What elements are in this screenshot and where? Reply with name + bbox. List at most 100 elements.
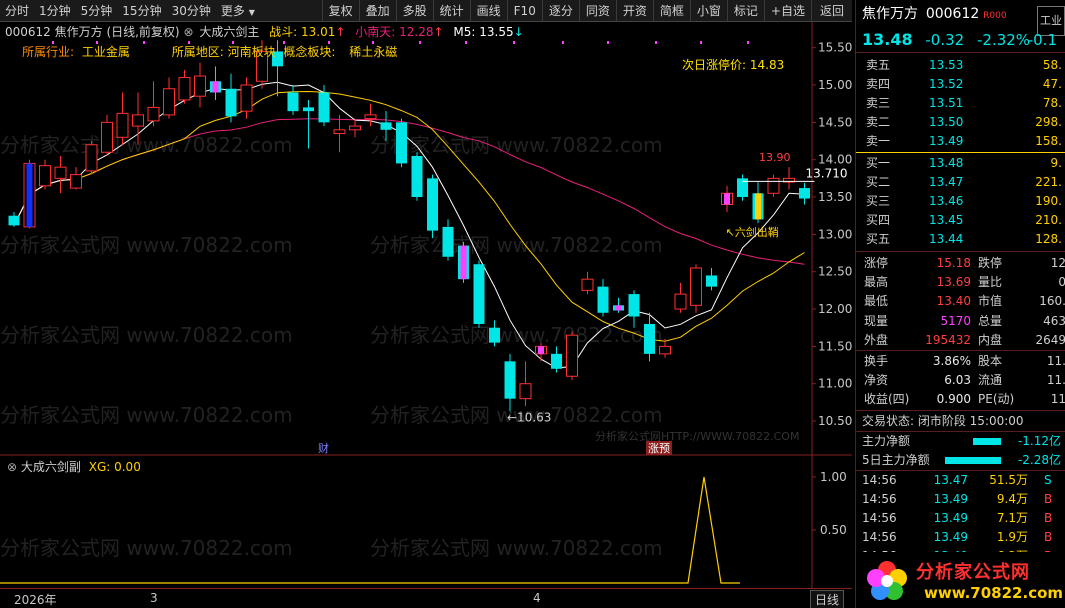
- candle-body: [628, 294, 640, 317]
- stat-value: 0: [1016, 273, 1065, 292]
- multi-stock-button[interactable]: 多股: [395, 0, 433, 22]
- candle-body: [287, 92, 299, 112]
- draw-line-button[interactable]: 画线: [469, 0, 507, 22]
- signal-candle-mark: [538, 346, 544, 354]
- indicator-dropdown-icon[interactable]: ⊗: [183, 25, 197, 39]
- add-watchlist-button[interactable]: +自选: [763, 0, 811, 22]
- sub-indicator-header: ⊗ 大成六剑副 XG: 0.00: [7, 458, 141, 475]
- industry-value: 工业金属: [81, 45, 130, 59]
- y-tick-label: 13.00: [818, 227, 852, 241]
- tab-fenshi[interactable]: 分时: [0, 0, 34, 22]
- stat-label: 最高: [864, 275, 889, 290]
- sell-order-row[interactable]: 卖一 13.49 158.: [856, 132, 1065, 151]
- stats-button[interactable]: 统计: [432, 0, 470, 22]
- top-marker-dot: [465, 41, 467, 44]
- tick-price: 13.49: [933, 510, 968, 525]
- axis-year: 2026年: [14, 593, 57, 607]
- candle-body: [364, 114, 377, 120]
- order-volume: 78.: [1042, 96, 1062, 110]
- tick-time: 14:56: [862, 472, 897, 487]
- tab-more-label: 更多: [220, 3, 245, 18]
- tab-5min[interactable]: 5分钟: [76, 0, 118, 22]
- simple-frame-button[interactable]: 简框: [652, 0, 690, 22]
- tick-row[interactable]: 14:56 13.47 51.5万 S: [856, 471, 1065, 490]
- tick-volume: 1.9万: [996, 529, 1028, 544]
- order-volume: 210.: [1035, 213, 1062, 227]
- y-tick-label: 14.00: [818, 153, 852, 167]
- restore-rights-button[interactable]: 复权: [321, 0, 359, 22]
- y-tick-label: 12.50: [818, 265, 852, 279]
- watermark-text: 分析家公式网 www.70822.com: [0, 233, 293, 257]
- indicator-name[interactable]: 大成六剑主: [199, 25, 259, 39]
- stat-value: 5170: [940, 313, 971, 328]
- stat-label: 跌停: [978, 256, 1003, 270]
- order-label: 买二: [866, 175, 891, 189]
- per-minute-button[interactable]: 逐分: [541, 0, 579, 22]
- stat-value: 2649: [1035, 332, 1065, 347]
- money-flow-row[interactable]: 5日主力净额 -2.28亿: [856, 451, 1065, 470]
- order-label: 买一: [866, 156, 891, 170]
- order-label: 卖三: [866, 96, 891, 110]
- buy-order-row[interactable]: 买一 13.48 9.: [856, 154, 1065, 173]
- buy-order-row[interactable]: 买五 13.44 128.: [856, 230, 1065, 249]
- buy-order-row[interactable]: 买二 13.47 221.: [856, 173, 1065, 192]
- stock-code: 000612: [925, 6, 980, 22]
- open-fund-button[interactable]: 开资: [615, 0, 653, 22]
- watermark-url: 分析家公式网HTTP://WWW.70822.COM: [595, 429, 799, 443]
- flow-bar: [945, 456, 1001, 464]
- quote-row[interactable]: 换手 3.86% 股本 11.: [856, 352, 1065, 371]
- industry-label: 所属行业:: [22, 45, 75, 59]
- watermark-text: 分析家公式网 www.70822.com: [370, 536, 663, 560]
- tick-price: 13.49: [933, 529, 968, 544]
- buy-order-row[interactable]: 买三 13.46 190.: [856, 192, 1065, 211]
- order-volume: 128.: [1035, 232, 1062, 246]
- indicator-header: 000612 焦作万方 (日线,前复权) ⊗ 大成六剑主 战斗: 13.01↑ …: [5, 25, 524, 39]
- same-fund-button[interactable]: 同资: [578, 0, 616, 22]
- quote-row[interactable]: 收益(四) 0.900 PE(动) 11: [856, 390, 1065, 409]
- sell-order-row[interactable]: 卖二 13.50 298.: [856, 113, 1065, 132]
- tab-1min[interactable]: 1分钟: [34, 0, 76, 22]
- sub-close-icon[interactable]: ⊗: [7, 460, 17, 474]
- quote-panel: 焦作万方 000612 R000 工业 13.48 -0.32 -2.32% -…: [855, 0, 1065, 608]
- quote-row[interactable]: 最低 13.40 市值 160.: [856, 292, 1065, 311]
- order-volume: 47.: [1042, 77, 1062, 91]
- tick-row[interactable]: 14:56 13.49 7.1万 B: [856, 509, 1065, 528]
- y-tick-label: 15.50: [818, 41, 852, 55]
- stat-label: 流通: [978, 373, 1003, 388]
- time-axis: 2026年 3 4: [0, 588, 852, 608]
- main-kline-chart[interactable]: 15.50 15.00 14.50 14.00 13.50 13.00 12.50 12.00…: [0, 22, 852, 456]
- sell-order-row[interactable]: 卖三 13.51 78.: [856, 94, 1065, 113]
- mark-button[interactable]: 标记: [726, 0, 764, 22]
- stat-value: 195432: [925, 332, 971, 347]
- f10-button[interactable]: F10: [506, 0, 542, 22]
- order-volume: 221.: [1035, 175, 1062, 189]
- quote-row[interactable]: 最高 13.69 量比 0: [856, 273, 1065, 292]
- signal-label: ↖六剑出鞘: [726, 225, 779, 239]
- return-button[interactable]: 返回: [810, 0, 852, 22]
- zhandou-value: 战斗: 13.01: [269, 25, 336, 39]
- quote-row[interactable]: 外盘 195432 内盘 2649: [856, 331, 1065, 350]
- money-flow-row[interactable]: 主力净额 -1.12亿: [856, 432, 1065, 451]
- sell-order-row[interactable]: 卖四 13.52 47.: [856, 75, 1065, 94]
- buy-order-row[interactable]: 买四 13.45 210.: [856, 211, 1065, 230]
- tab-15min[interactable]: 15分钟: [117, 0, 166, 22]
- margin-badge: R000: [983, 11, 1006, 21]
- tick-time: 14:56: [862, 529, 897, 544]
- tick-row[interactable]: 14:56 13.49 1.9万 B: [856, 528, 1065, 547]
- stat-value: 463: [1043, 313, 1065, 328]
- small-window-button[interactable]: 小窗: [689, 0, 727, 22]
- quote-row[interactable]: 现量 5170 总量 463: [856, 312, 1065, 331]
- period-day-button[interactable]: 日线: [810, 590, 845, 608]
- tab-30min[interactable]: 30分钟: [167, 0, 216, 22]
- quote-row[interactable]: 净资 6.03 流通 11.: [856, 371, 1065, 390]
- tick-side: B: [1044, 510, 1053, 525]
- watermark-text: 分析家公式网 www.70822.com: [0, 133, 293, 157]
- sell-order-row[interactable]: 卖五 13.53 58.: [856, 56, 1065, 75]
- quote-row[interactable]: 涨停 15.18 跌停 12: [856, 254, 1065, 273]
- tab-more[interactable]: 更多 ▼: [216, 0, 260, 22]
- stat-value: 11.: [1046, 373, 1065, 388]
- sub-indicator-name[interactable]: 大成六剑副: [21, 460, 81, 474]
- watermark-text: 分析家公式网 www.70822.com: [0, 403, 293, 427]
- tick-row[interactable]: 14:56 13.49 9.4万 B: [856, 490, 1065, 509]
- overlay-button[interactable]: 叠加: [358, 0, 396, 22]
